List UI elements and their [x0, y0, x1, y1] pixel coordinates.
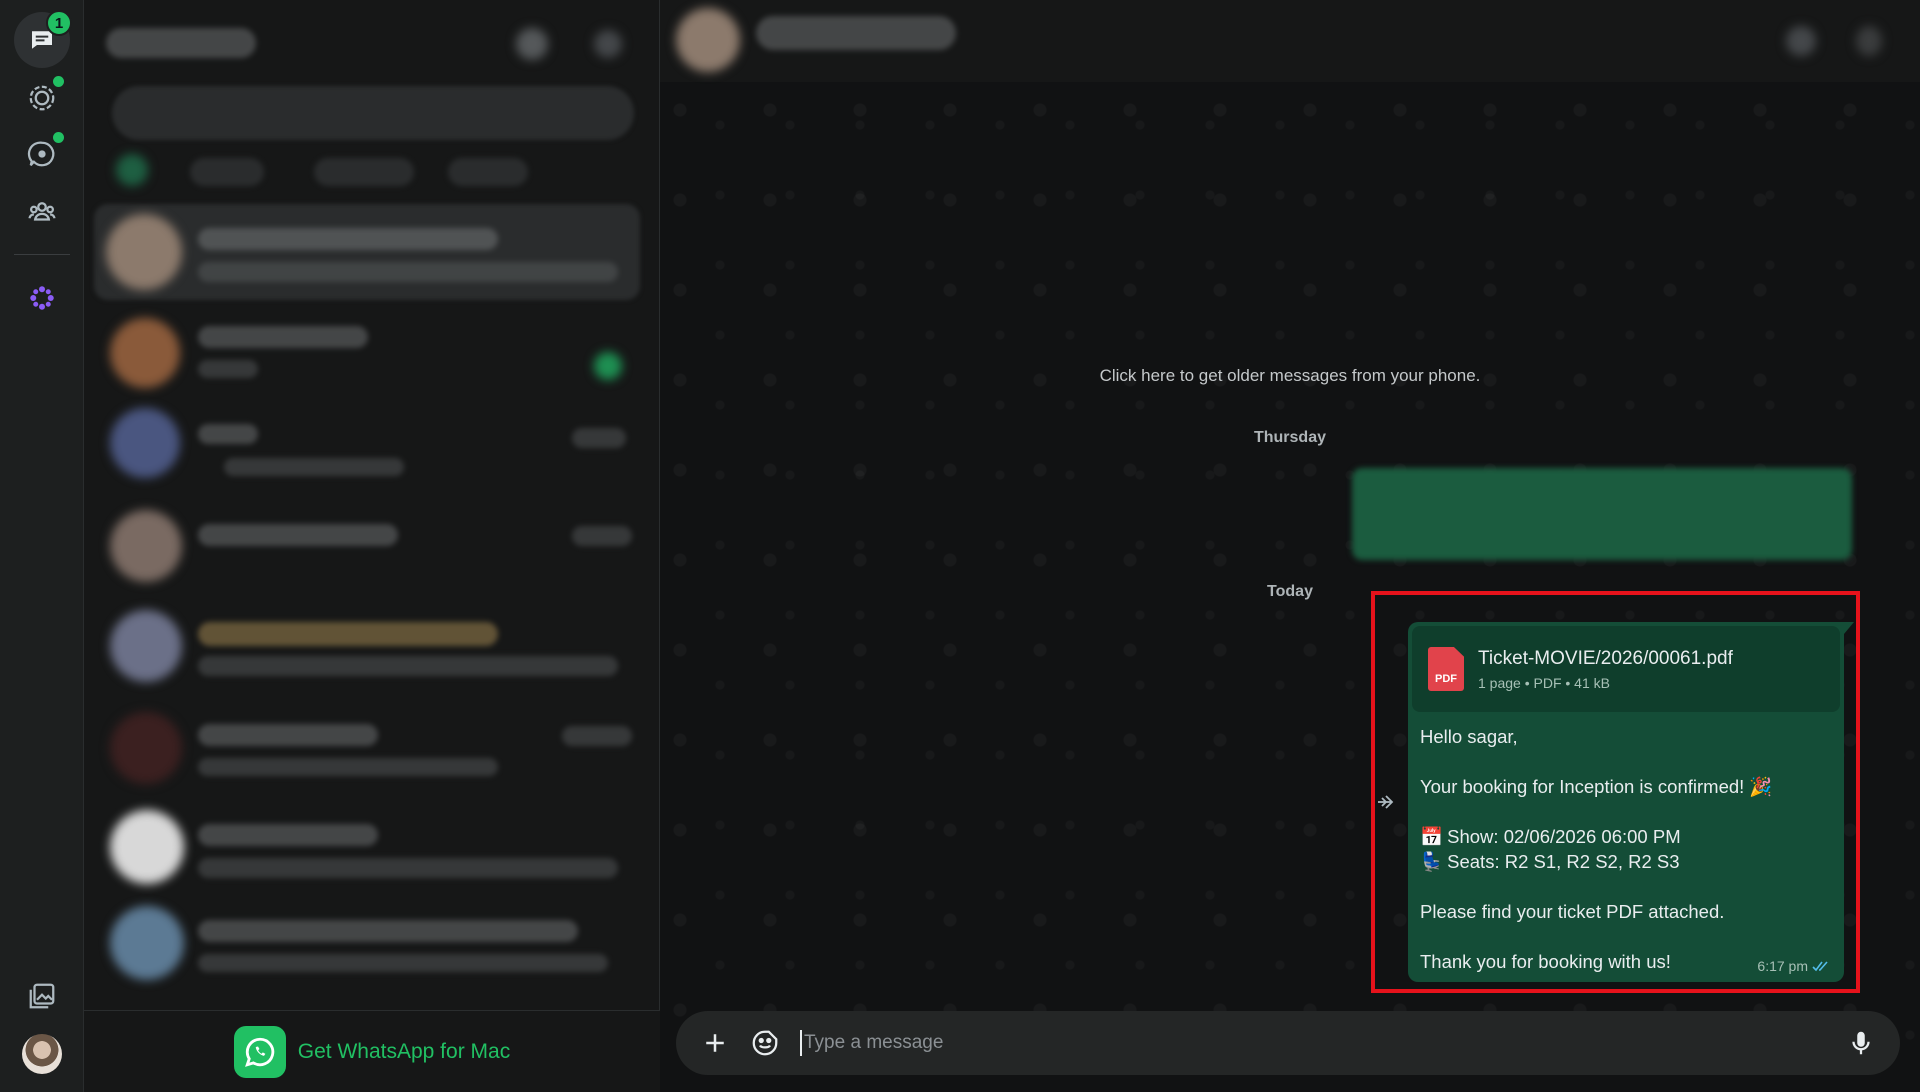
- conversation-header[interactable]: [660, 0, 1920, 82]
- chat-title: [198, 824, 378, 846]
- avatar: [110, 810, 184, 884]
- attachment-meta: 1 page • PDF • 41 kB: [1478, 674, 1610, 691]
- attachment-name: Ticket-MOVIE/2026/00061.pdf: [1478, 647, 1733, 669]
- message-confirmation: Your booking for Inception is confirmed!…: [1420, 776, 1773, 797]
- avatar: [110, 318, 180, 388]
- meta-ai-button[interactable]: [14, 270, 70, 326]
- chat-title: [198, 424, 258, 444]
- chat-time: [562, 726, 632, 746]
- channels-dot: [53, 132, 64, 143]
- message-find-ticket: Please find your ticket PDF attached.: [1420, 901, 1725, 922]
- avatar: [110, 510, 182, 582]
- contact-avatar[interactable]: [676, 8, 740, 72]
- rail-divider: [14, 254, 70, 255]
- unread-badge: 1: [46, 10, 72, 36]
- message-show-line: 📅 Show: 02/06/2026 06:00 PM: [1420, 826, 1681, 847]
- avatar: [110, 610, 182, 682]
- chat-preview: [198, 360, 258, 378]
- menu-icon[interactable]: [594, 30, 622, 58]
- menu-icon[interactable]: [1856, 26, 1882, 56]
- avatar: [110, 712, 182, 784]
- avatar: [106, 214, 182, 290]
- chat-time: [572, 428, 626, 448]
- message-input[interactable]: [800, 1030, 1826, 1056]
- status-icon: [29, 85, 55, 111]
- day-separator-today: Today: [1267, 583, 1313, 600]
- seat-icon: 💺: [1420, 851, 1444, 872]
- search-icon[interactable]: [1786, 26, 1816, 56]
- filter-chip[interactable]: [314, 158, 414, 186]
- channels-icon: [27, 141, 55, 167]
- chat-title: [198, 524, 398, 546]
- plus-icon[interactable]: [700, 1028, 730, 1058]
- sticker-icon[interactable]: [750, 1028, 780, 1058]
- channels-button[interactable]: [14, 126, 70, 182]
- chat-preview: [198, 758, 498, 776]
- microphone-icon[interactable]: [1846, 1028, 1876, 1058]
- communities-button[interactable]: [14, 184, 70, 240]
- meta-ai-icon: [30, 286, 54, 310]
- status-button[interactable]: [14, 70, 70, 126]
- media-icon: [29, 983, 55, 1009]
- chat-preview: [224, 458, 404, 476]
- message-time: 6:17 pm: [1757, 958, 1808, 974]
- chat-title: [198, 920, 578, 942]
- forward-icon[interactable]: [1374, 790, 1398, 814]
- pdf-file-icon: PDF: [1428, 647, 1464, 691]
- outgoing-message-blurred[interactable]: [1352, 468, 1852, 560]
- chat-preview: [198, 858, 618, 878]
- pdf-attachment[interactable]: PDF Ticket-MOVIE/2026/00061.pdf 1 page •…: [1412, 626, 1840, 712]
- message-greeting: Hello sagar,: [1420, 726, 1518, 747]
- message-composer: [676, 1011, 1900, 1075]
- day-separator-thursday: Thursday: [1253, 429, 1326, 446]
- chat-preview: [198, 656, 618, 676]
- chats-button[interactable]: 1: [14, 10, 72, 68]
- whatsapp-logo-icon: [233, 1025, 286, 1078]
- get-app-banner[interactable]: Get WhatsApp for Mac: [84, 1010, 660, 1092]
- search-input[interactable]: [112, 86, 634, 140]
- filter-chip[interactable]: [448, 158, 528, 186]
- calendar-icon: 📅: [1420, 826, 1444, 847]
- double-check-icon: [1812, 961, 1828, 972]
- chat-title: [198, 326, 368, 348]
- communities-icon: [28, 202, 56, 221]
- media-button[interactable]: [14, 968, 70, 1024]
- chat-title: [198, 724, 378, 746]
- chat-list-panel: Get WhatsApp for Mac: [84, 0, 660, 1092]
- chat-preview: [198, 954, 608, 972]
- contact-name[interactable]: [756, 16, 956, 50]
- profile-avatar[interactable]: [22, 1034, 62, 1074]
- message-footer: 6:17 pm: [1757, 958, 1830, 974]
- get-app-label: Get WhatsApp for Mac: [297, 1039, 511, 1063]
- unread-badge: [594, 352, 622, 380]
- chat-preview: [198, 262, 618, 282]
- avatar: [110, 408, 180, 478]
- filter-chip[interactable]: [116, 154, 148, 186]
- message-seats-line: 💺 Seats: R2 S1, R2 S2, R2 S3: [1420, 851, 1680, 872]
- status-dot: [53, 76, 64, 87]
- chat-title: [198, 622, 498, 646]
- nav-rail: 1: [0, 0, 84, 1092]
- outgoing-message-bubble[interactable]: PDF Ticket-MOVIE/2026/00061.pdf 1 page •…: [1408, 622, 1854, 982]
- chat-time: [572, 526, 632, 546]
- message-body: Hello sagar, Your booking for Inception …: [1412, 712, 1840, 974]
- chat-list-title: [106, 28, 256, 58]
- older-messages-link[interactable]: Click here to get older messages from yo…: [660, 366, 1920, 386]
- chat-title: [198, 228, 498, 250]
- avatar: [110, 906, 184, 980]
- new-chat-icon[interactable]: [516, 28, 548, 60]
- filter-chip[interactable]: [190, 158, 264, 186]
